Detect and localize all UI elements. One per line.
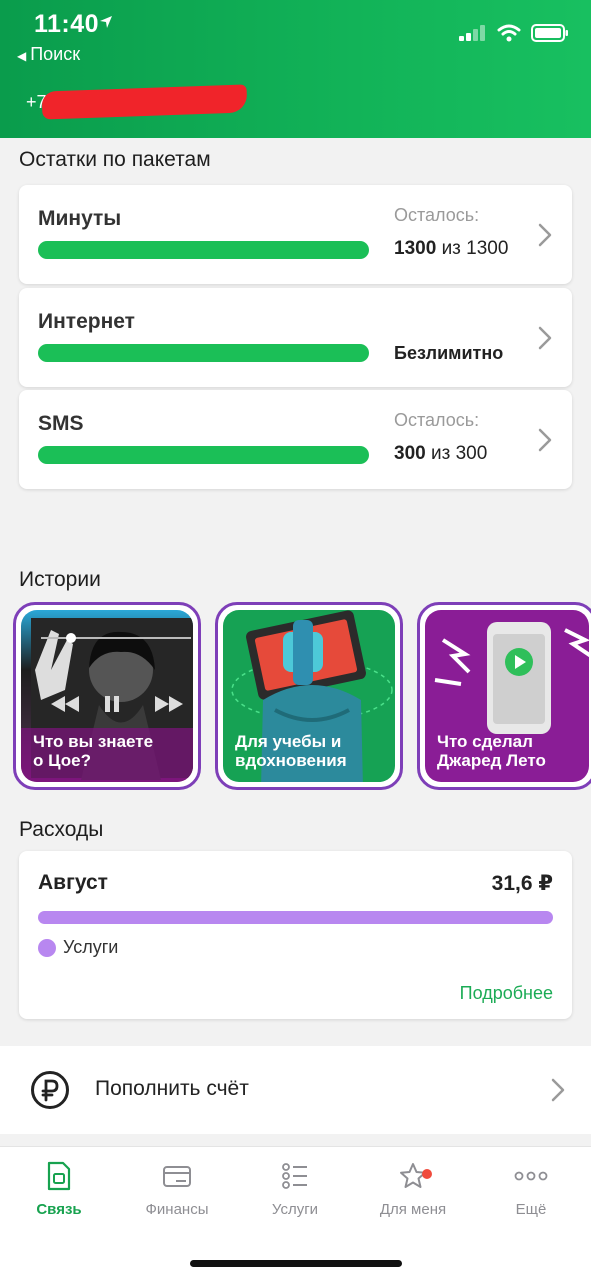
wifi-icon (497, 24, 521, 42)
expenses-bar (38, 911, 553, 924)
package-remain-label: Осталось: (394, 205, 480, 225)
package-name: SMS (38, 412, 84, 435)
list-icon (282, 1163, 307, 1189)
package-name: Интернет (38, 310, 135, 333)
tab-label: Ещё (515, 1201, 547, 1218)
tab-finance[interactable]: Финансы (118, 1161, 236, 1218)
expenses-card[interactable]: Август 31,6 ₽ Услуги Подробнее (19, 851, 572, 1019)
home-indicator (190, 1260, 402, 1267)
expenses-month: Август (38, 871, 108, 894)
ruble-icon (31, 1071, 69, 1109)
location-arrow-icon (100, 16, 112, 28)
package-progress-bar (38, 446, 369, 464)
story-caption: Для учебы и вдохновения (235, 732, 347, 770)
package-name: Минуты (38, 207, 122, 230)
chevron-right-icon (538, 223, 552, 247)
tab-svyaz[interactable]: Связь (0, 1161, 118, 1218)
package-remain-value: 300 из 300 (394, 443, 488, 464)
status-icons (459, 24, 569, 42)
package-card-internet[interactable]: Интернет Безлимитно (19, 288, 572, 387)
story-caption: Что сделал Джаред Лето (437, 732, 546, 770)
topup-label: Пополнить счёт (95, 1077, 249, 1100)
expenses-details-link[interactable]: Подробнее (460, 983, 553, 1004)
expenses-title: Расходы (19, 818, 104, 841)
chevron-right-icon (538, 428, 552, 452)
app-header: 11:40 ◀Поиск +7 9 (0, 0, 591, 138)
story-caption: Что вы знаете о Цое? (33, 732, 154, 770)
packages-title: Остатки по пакетам (19, 148, 211, 171)
package-progress-bar (38, 344, 369, 362)
back-triangle-icon: ◀ (17, 49, 27, 63)
card-icon (163, 1166, 191, 1187)
story-card-jared[interactable]: Что сделал Джаред Лето (417, 602, 591, 790)
package-remain-label: Осталось: (394, 410, 480, 430)
story-card-tsoi[interactable]: Что вы знаете о Цое? (13, 602, 201, 790)
tab-label: Для меня (379, 1201, 447, 1218)
cellular-signal-icon (459, 25, 485, 41)
story-image: Что вы знаете о Цое? (21, 610, 193, 782)
stories-title: Истории (19, 568, 101, 591)
tab-label: Услуги (271, 1201, 319, 1218)
back-to-search-link[interactable]: ◀ Поиск (17, 44, 80, 65)
package-remain-value: 1300 из 1300 (394, 238, 509, 259)
package-progress-bar (38, 241, 369, 259)
tab-more[interactable]: Ещё (472, 1161, 590, 1218)
story-card-study[interactable]: Для учебы и вдохновения (215, 602, 403, 790)
story-image: Для учебы и вдохновения (223, 610, 395, 782)
battery-icon (531, 24, 568, 42)
topup-row[interactable]: Пополнить счёт (0, 1046, 591, 1134)
tab-label: Связь (36, 1201, 82, 1218)
more-icon (514, 1171, 548, 1181)
tab-services[interactable]: Услуги (236, 1161, 354, 1218)
expenses-legend-label: Услуги (63, 937, 119, 957)
chevron-right-icon (538, 326, 552, 350)
tab-for-me[interactable]: Для меня (354, 1161, 472, 1218)
legend-dot (38, 939, 56, 957)
sim-icon (47, 1161, 71, 1191)
story-image: Что сделал Джаред Лето (425, 610, 589, 782)
tab-label: Финансы (145, 1201, 209, 1218)
notification-badge (422, 1169, 432, 1179)
phone-redaction (41, 84, 248, 120)
status-time: 11:40 (34, 10, 100, 38)
package-card-minutes[interactable]: Минуты Осталось: 1300 из 1300 (19, 185, 572, 284)
expenses-amount: 31,6 ₽ (491, 872, 553, 895)
package-card-sms[interactable]: SMS Осталось: 300 из 300 (19, 390, 572, 489)
package-remain-value: Безлимитно (394, 343, 504, 363)
back-label: Поиск (30, 44, 81, 64)
chevron-right-icon (551, 1078, 565, 1102)
